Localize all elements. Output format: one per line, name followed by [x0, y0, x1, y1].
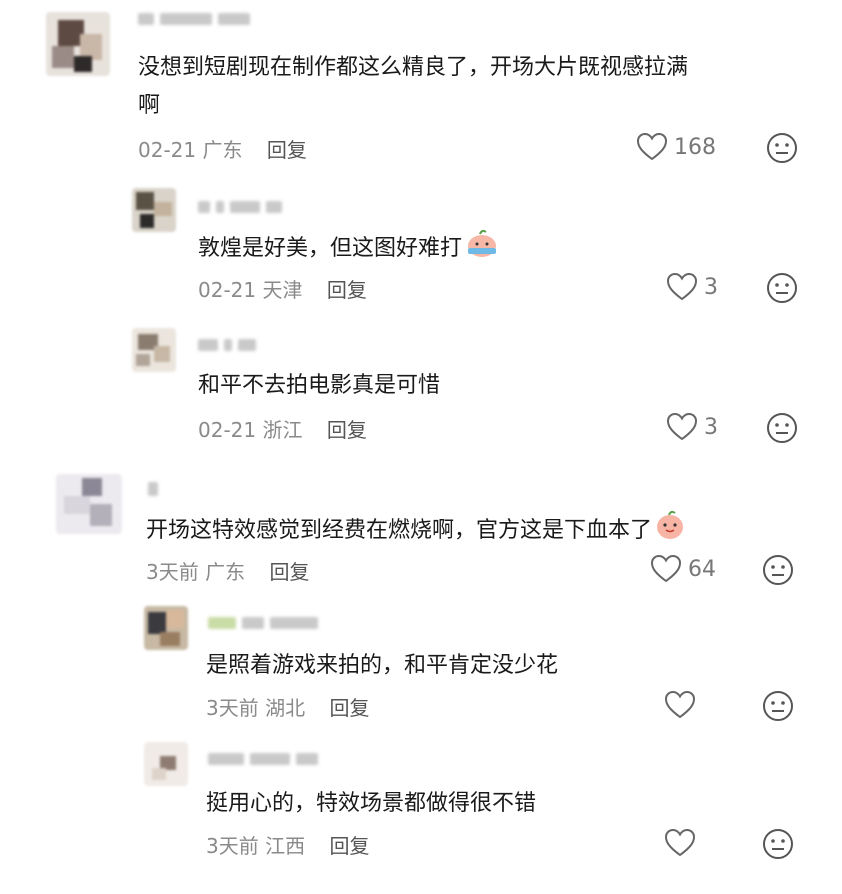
- comment-meta: 02-21 浙江 回复: [198, 414, 367, 443]
- like-button[interactable]: 3: [666, 272, 718, 302]
- heart-icon: [666, 272, 698, 301]
- meh-face-icon: [767, 413, 797, 443]
- dislike-button[interactable]: [766, 132, 798, 168]
- comment-text: 挺用心的，特效场景都做得很不错: [206, 791, 537, 816]
- comment-text: 啊: [138, 93, 161, 118]
- reply-button[interactable]: 回复: [329, 696, 369, 720]
- username-redacted[interactable]: [198, 198, 282, 216]
- avatar[interactable]: [56, 474, 122, 534]
- like-count: 3: [704, 414, 718, 440]
- username-redacted[interactable]: [138, 10, 250, 28]
- username-redacted[interactable]: [208, 750, 318, 768]
- dislike-button[interactable]: [762, 828, 794, 864]
- comment-location: 湖北: [265, 696, 306, 720]
- meh-face-icon: [763, 829, 793, 859]
- comment-date: 3天前: [206, 696, 259, 720]
- comment-text: 敦煌是好美，但这图好难打: [198, 228, 500, 270]
- dislike-button[interactable]: [766, 272, 798, 308]
- avatar[interactable]: [144, 606, 188, 650]
- dislike-button[interactable]: [766, 412, 798, 448]
- reply-button[interactable]: 回复: [329, 834, 369, 858]
- like-count: 168: [674, 134, 716, 160]
- comment-date: 3天前: [206, 834, 259, 858]
- avatar[interactable]: [46, 12, 110, 76]
- heart-icon: [636, 132, 668, 161]
- comment-text: 没想到短剧现在制作都这么精良了，开场大片既视感拉满: [138, 55, 689, 80]
- like-button[interactable]: 168: [636, 132, 716, 162]
- meh-face-icon: [767, 133, 797, 163]
- avatar[interactable]: [144, 742, 188, 786]
- username-redacted[interactable]: [208, 614, 318, 632]
- smiling-peach-icon: [654, 510, 686, 552]
- heart-icon: [664, 690, 696, 719]
- reply-button[interactable]: 回复: [267, 138, 307, 162]
- avatar[interactable]: [132, 328, 176, 372]
- comment-date: 3天前: [146, 560, 199, 584]
- like-count: 3: [704, 274, 718, 300]
- reply-button[interactable]: 回复: [327, 418, 367, 442]
- meh-face-icon: [763, 555, 793, 585]
- reply-button[interactable]: 回复: [269, 560, 309, 584]
- meh-face-icon: [767, 273, 797, 303]
- comment-text: 是照着游戏来拍的，和平肯定没少花: [206, 653, 559, 678]
- comment-text: 和平不去拍电影真是可惜: [198, 373, 441, 398]
- comment-location: 广东: [202, 138, 243, 162]
- comment-date: 02-21: [138, 138, 197, 162]
- heart-icon: [666, 412, 698, 441]
- like-button[interactable]: [664, 828, 702, 858]
- comment-meta: 02-21 广东 回复: [138, 134, 307, 163]
- comment-location: 广东: [205, 560, 246, 584]
- username-redacted[interactable]: [148, 480, 158, 498]
- like-button[interactable]: 64: [650, 554, 716, 584]
- reply-button[interactable]: 回复: [327, 278, 367, 302]
- dislike-button[interactable]: [762, 554, 794, 590]
- comment-meta: 3天前 湖北 回复: [206, 692, 369, 721]
- comment-location: 浙江: [262, 418, 303, 442]
- dislike-button[interactable]: [762, 690, 794, 726]
- comment-date: 02-21: [198, 418, 257, 442]
- avatar[interactable]: [132, 188, 176, 232]
- username-redacted[interactable]: [198, 336, 256, 354]
- heart-icon: [664, 828, 696, 857]
- comment-meta: 3天前 江西 回复: [206, 830, 369, 859]
- comment-text: 开场这特效感觉到经费在燃烧啊，官方这是下血本了: [146, 510, 686, 552]
- comment-location: 江西: [265, 834, 306, 858]
- crying-peach-icon: [464, 228, 500, 270]
- like-count: 64: [688, 556, 716, 582]
- comment-meta: 02-21 天津 回复: [198, 274, 367, 303]
- like-button[interactable]: [664, 690, 702, 720]
- comment-date: 02-21: [198, 278, 257, 302]
- comment-location: 天津: [262, 278, 303, 302]
- comment-meta: 3天前 广东 回复: [146, 556, 309, 585]
- meh-face-icon: [763, 691, 793, 721]
- heart-icon: [650, 554, 682, 583]
- like-button[interactable]: 3: [666, 412, 718, 442]
